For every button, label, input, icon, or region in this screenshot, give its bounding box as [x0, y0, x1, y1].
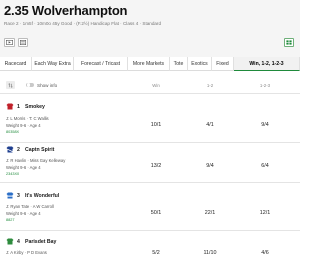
- racecard-icon[interactable]: [18, 38, 28, 47]
- tab-each-way-extra[interactable]: Each Way Extra: [32, 57, 74, 71]
- runner-jockey-trainer: J: A Kirby · P D Evans: [6, 250, 47, 255]
- runner-jockey-trainer: J: Ryan Tate · A W Carroll: [6, 204, 54, 209]
- odds-1-2-3[interactable]: 4/6: [250, 250, 280, 256]
- tab-more-markets[interactable]: More Markets: [128, 57, 170, 71]
- runner-weight-age: Weight 9-6 · Age 4: [6, 211, 41, 216]
- silk-icon: [6, 146, 14, 153]
- runner-number: 4: [17, 239, 20, 245]
- runner-number: 3: [17, 193, 20, 199]
- tab-racecard[interactable]: Racecard: [0, 57, 32, 71]
- odds-1-2-3[interactable]: 9/4: [250, 122, 280, 128]
- tab-tote[interactable]: Tote: [170, 57, 188, 71]
- tab-win-places[interactable]: Win, 1-2, 1-2-3: [234, 57, 300, 71]
- show-info-label: Show info: [37, 82, 58, 88]
- column-win: Win: [152, 83, 160, 88]
- column-header: Show info Win 1-2 1-2-3: [0, 80, 300, 92]
- tab-fixed[interactable]: Fixed: [212, 57, 234, 71]
- runner-name[interactable]: Smokey: [25, 104, 45, 110]
- grid-icon[interactable]: [284, 38, 294, 47]
- runner-form: 2343X0: [6, 172, 20, 176]
- odds-win[interactable]: 5/2: [141, 250, 171, 256]
- silk-icon: [6, 238, 14, 245]
- toggle-switch[interactable]: [26, 82, 34, 88]
- runner-row: 3 It's Wonderful J: Ryan Tate · A W Carr…: [0, 182, 300, 230]
- runner-row: 2 Captn Spirit J: R Havlin · Miss Gay Ke…: [0, 142, 300, 182]
- tab-forecast-tricast[interactable]: Forecast / Tricast: [74, 57, 128, 71]
- odds-1-2-3[interactable]: 6/4: [250, 163, 280, 169]
- runner-jockey-trainer: J: R Havlin · Miss Gay Kelleway: [6, 158, 66, 163]
- runner-form: 8827: [6, 218, 15, 222]
- race-header: 2.35 Wolverhampton Race 2 · 1m5f · 10m0o…: [0, 0, 300, 57]
- odds-win[interactable]: 13/2: [141, 163, 171, 169]
- column-1-2: 1-2: [206, 83, 214, 88]
- silk-icon: [6, 192, 14, 199]
- runner-row: 1 Smokey J: L Morris · T: C Wallis Weigh…: [0, 93, 300, 142]
- runner-row: 4 Parisdet Bay J: A Kirby · P D Evans 5/…: [0, 230, 300, 258]
- odds-1-2[interactable]: 9/4: [195, 163, 225, 169]
- runner-weight-age: Weight 9-6 · Age 4: [6, 123, 41, 128]
- race-meta: Race 2 · 1m5f · 10m0o 45y Good · (F.2½) …: [4, 21, 162, 26]
- odds-1-2[interactable]: 4/1: [195, 122, 225, 128]
- runner-number: 2: [17, 147, 20, 153]
- runner-name[interactable]: It's Wonderful: [25, 193, 59, 199]
- show-info-toggle[interactable]: Show info: [26, 80, 57, 90]
- runner-number: 1: [17, 104, 20, 110]
- runner-form: 80358X: [6, 130, 20, 134]
- odds-1-2[interactable]: 22/1: [195, 210, 225, 216]
- odds-win[interactable]: 10/1: [141, 122, 171, 128]
- silk-icon: [6, 103, 14, 110]
- odds-1-2[interactable]: 11/10: [195, 250, 225, 256]
- market-tabs: Racecard Each Way Extra Forecast / Trica…: [0, 57, 300, 71]
- tab-exotics[interactable]: Exotics: [188, 57, 212, 71]
- odds-win[interactable]: 50/1: [141, 210, 171, 216]
- runner-jockey-trainer: J: L Morris · T: C Wallis: [6, 116, 49, 121]
- column-1-2-3: 1-2-3: [259, 83, 271, 88]
- runner-name[interactable]: Parisdet Bay: [25, 239, 56, 245]
- runner-name[interactable]: Captn Spirit: [25, 147, 54, 153]
- race-title: 2.35 Wolverhampton: [4, 3, 128, 18]
- odds-1-2-3[interactable]: 12/1: [250, 210, 280, 216]
- sort-icon[interactable]: [6, 81, 15, 89]
- runner-weight-age: Weight 9-6 · Age 4: [6, 165, 41, 170]
- tv-icon[interactable]: [4, 38, 15, 47]
